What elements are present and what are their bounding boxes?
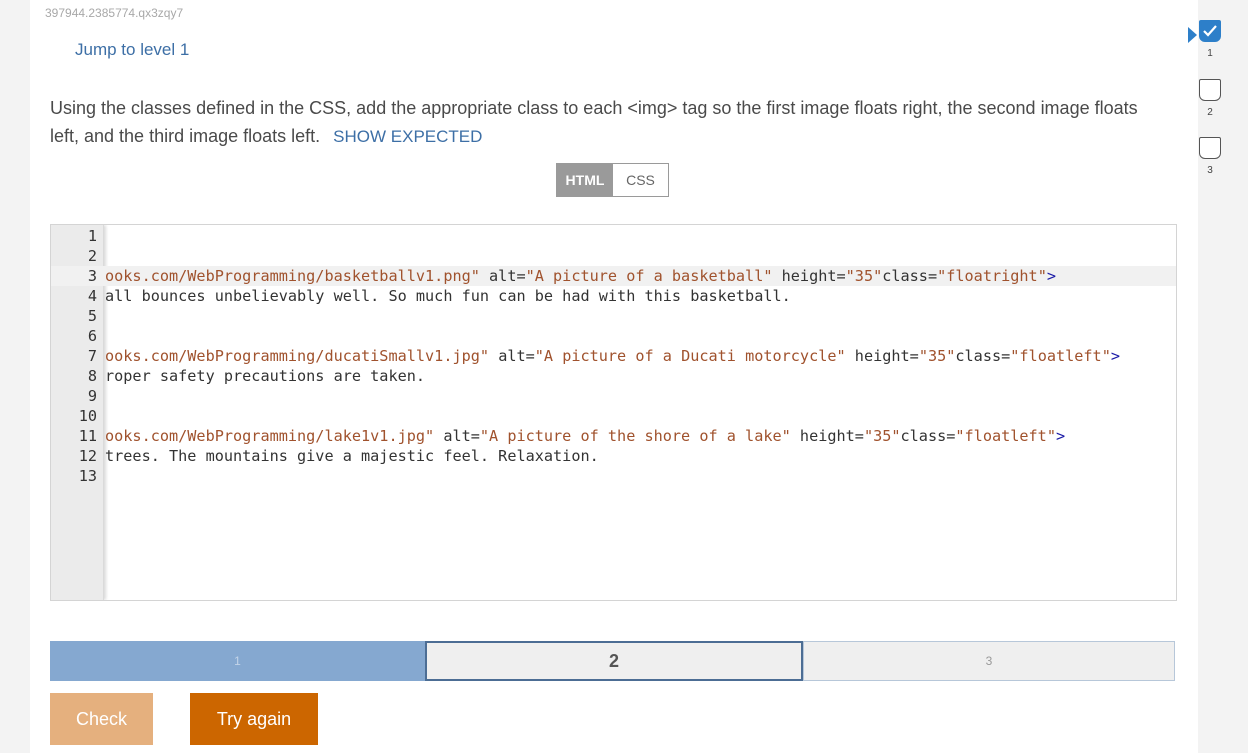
triangle-arrow-icon xyxy=(1188,27,1197,43)
line-number: 8 xyxy=(87,367,97,385)
level-progress-bar: 1 2 3 xyxy=(50,641,1175,681)
code-token: alt= xyxy=(489,347,535,365)
code-token: trees. The mountains give a majestic fee… xyxy=(105,447,599,465)
code-token: "floatright" xyxy=(937,267,1047,285)
line-number: 5 xyxy=(87,307,97,325)
code-token: ooks.com/WebProgramming/ducatiSmallv1.jp… xyxy=(105,347,490,365)
activity-id: 397944.2385774.qx3zqy7 xyxy=(45,6,184,20)
code-token: "35" xyxy=(863,427,901,445)
level-1-checkbox[interactable] xyxy=(1199,20,1221,42)
line-number: 12 xyxy=(78,447,97,465)
line-number: 1 xyxy=(87,227,97,245)
jump-to-level-link[interactable]: Jump to level 1 xyxy=(75,40,189,60)
code-token: > xyxy=(1055,427,1066,445)
level-2-label: 2 xyxy=(1207,107,1213,118)
code-token: all bounces unbelievably well. So much f… xyxy=(105,287,791,305)
line-number: 7 xyxy=(87,347,97,365)
level-item-2: 2 xyxy=(1198,79,1222,118)
code-line[interactable]: 3 ooks.com/WebProgramming/basketballv1.pn… xyxy=(51,266,1176,286)
show-expected-button[interactable]: SHOW EXPECTED xyxy=(333,127,482,146)
level-item-1: 1 xyxy=(1198,20,1222,59)
code-token: "A picture of a basketball" xyxy=(525,267,773,285)
line-number: 6 xyxy=(87,327,97,345)
line-number: 10 xyxy=(78,407,97,425)
line-number: 4 xyxy=(87,287,97,305)
code-token: height= xyxy=(772,267,846,285)
line-code: roper safety precautions are taken. xyxy=(105,366,425,386)
code-line[interactable]: 9 xyxy=(51,386,1176,406)
progress-segment-1[interactable]: 1 xyxy=(50,641,425,681)
code-token: "35" xyxy=(918,347,956,365)
line-code: all bounces unbelievably well. So much f… xyxy=(105,286,791,306)
code-line[interactable]: 7 ooks.com/WebProgramming/ducatiSmallv1.j… xyxy=(51,346,1176,366)
line-code: ooks.com/WebProgramming/ducatiSmallv1.jp… xyxy=(105,346,1120,366)
code-line[interactable]: 2 xyxy=(51,246,1176,266)
code-line[interactable]: 10 xyxy=(51,406,1176,426)
code-line[interactable]: 4 all bounces unbelievably well. So much … xyxy=(51,286,1176,306)
line-code: ooks.com/WebProgramming/lake1v1.jpg" alt… xyxy=(105,426,1065,446)
code-token: "floatleft" xyxy=(1010,347,1111,365)
progress-segment-2[interactable]: 2 xyxy=(425,641,803,681)
tab-html[interactable]: HTML xyxy=(557,164,613,196)
code-line[interactable]: 11 ooks.com/WebProgramming/lake1v1.jpg" a… xyxy=(51,426,1176,446)
language-tabs: HTML CSS xyxy=(556,163,669,197)
line-number: 11 xyxy=(78,427,97,445)
code-token: alt= xyxy=(479,267,526,285)
code-token: ooks.com/WebProgramming/lake1v1.jpg" xyxy=(105,427,435,445)
code-editor[interactable]: 1 2 3 ooks.com/WebProgramming/basketballv1.… xyxy=(50,224,1177,601)
level-item-3: 3 xyxy=(1198,137,1222,176)
line-number: 13 xyxy=(78,467,97,485)
code-token: ooks.com/WebProgramming/basketballv1.png… xyxy=(105,267,480,285)
progress-segment-3[interactable]: 3 xyxy=(803,641,1175,681)
code-token: "floatleft" xyxy=(955,427,1056,445)
line-code: ooks.com/WebProgramming/basketballv1.png… xyxy=(105,266,1056,286)
check-button[interactable]: Check xyxy=(50,693,153,745)
line-number: 2 xyxy=(87,247,97,265)
tab-css[interactable]: CSS xyxy=(613,164,668,196)
code-token: class= xyxy=(882,267,938,285)
code-line[interactable]: 6 xyxy=(51,326,1176,346)
level-2-checkbox[interactable] xyxy=(1199,79,1221,101)
instructions: Using the classes defined in the CSS, ad… xyxy=(50,94,1150,151)
level-1-label: 1 xyxy=(1207,48,1213,59)
code-line[interactable]: 5 xyxy=(51,306,1176,326)
level-3-checkbox[interactable] xyxy=(1199,137,1221,159)
code-token: alt= xyxy=(434,427,480,445)
code-line[interactable]: 1 xyxy=(51,226,1176,246)
code-token: class= xyxy=(955,347,1011,365)
checkmark-icon xyxy=(1203,25,1217,37)
code-line[interactable]: 12 trees. The mountains give a majestic f… xyxy=(51,446,1176,466)
code-token: "A picture of a Ducati motorcycle" xyxy=(534,347,846,365)
code-line[interactable]: 13 xyxy=(51,466,1176,486)
code-line[interactable]: 8 roper safety precautions are taken. xyxy=(51,366,1176,386)
instructions-text: Using the classes defined in the CSS, ad… xyxy=(50,98,1138,146)
line-code: trees. The mountains give a majestic fee… xyxy=(105,446,599,466)
code-token: "A picture of the shore of a lake" xyxy=(479,427,791,445)
code-token: height= xyxy=(790,427,864,445)
line-number: 3 xyxy=(87,267,97,285)
code-token: "35" xyxy=(845,267,883,285)
try-again-button[interactable]: Try again xyxy=(190,693,318,745)
code-token: > xyxy=(1046,267,1056,285)
code-lines: 1 2 3 ooks.com/WebProgramming/basketballv1.… xyxy=(51,226,1176,486)
level-3-label: 3 xyxy=(1207,165,1213,176)
line-number: 9 xyxy=(87,387,97,405)
code-token: height= xyxy=(845,347,919,365)
code-token: > xyxy=(1110,347,1121,365)
code-token: class= xyxy=(900,427,956,445)
code-token: roper safety precautions are taken. xyxy=(105,367,426,385)
